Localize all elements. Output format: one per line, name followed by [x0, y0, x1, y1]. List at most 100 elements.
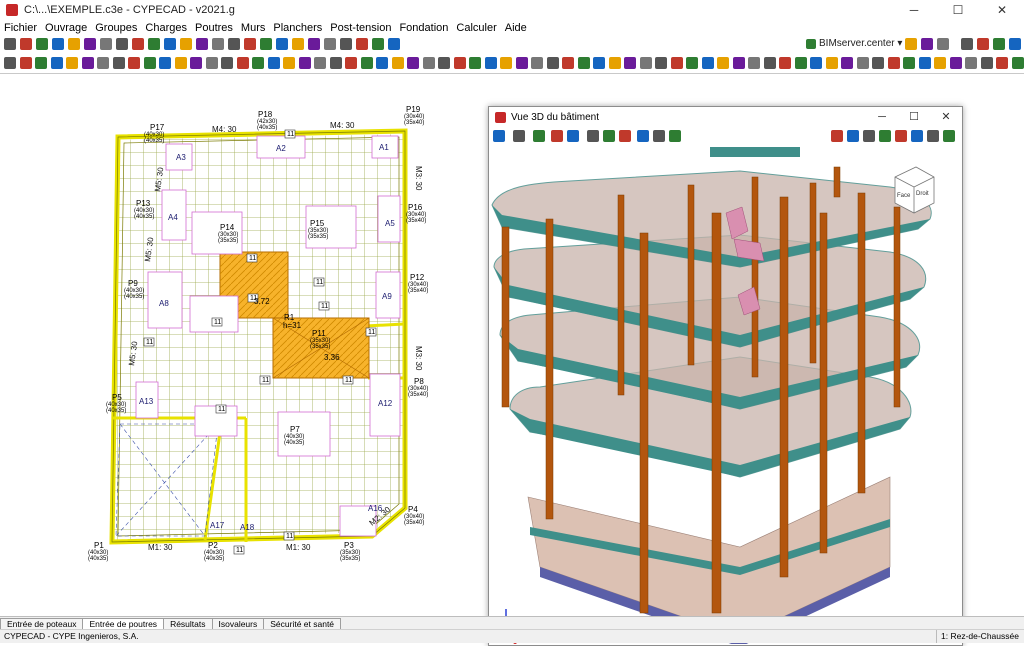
toolbar-tool-icon[interactable] [669, 130, 681, 142]
3d-view-titlebar[interactable]: Vue 3D du bâtiment ─ ☐ ✕ [489, 107, 962, 127]
toolbar-tool-icon[interactable] [144, 57, 156, 69]
toolbar-tool-icon[interactable] [965, 57, 977, 69]
menu-charges[interactable]: Charges [141, 22, 191, 34]
floor-plan[interactable]: 11 11 11 11 11 11 11 11 11 11 11 11 11 A… [0, 74, 480, 616]
toolbar-tool-icon[interactable] [190, 57, 202, 69]
toolbar-tool-icon[interactable] [826, 57, 838, 69]
3d-close-button[interactable]: ✕ [930, 107, 962, 127]
toolbar-tool-icon[interactable] [717, 57, 729, 69]
toolbar-tool-icon[interactable] [587, 130, 599, 142]
toolbar-tool-icon[interactable] [500, 57, 512, 69]
toolbar-tool-icon[interactable] [361, 57, 373, 69]
toolbar-tool-icon[interactable] [905, 38, 917, 50]
toolbar-tool-icon[interactable] [308, 38, 320, 50]
toolbar-tool-icon[interactable] [132, 38, 144, 50]
toolbar-tool-icon[interactable] [228, 38, 240, 50]
toolbar-tool-icon[interactable] [356, 38, 368, 50]
toolbar-tool-icon[interactable] [485, 57, 497, 69]
toolbar-tool-icon[interactable] [1012, 57, 1024, 69]
toolbar-tool-icon[interactable] [268, 57, 280, 69]
toolbar-tool-icon[interactable] [686, 57, 698, 69]
toolbar-tool-icon[interactable] [469, 57, 481, 69]
toolbar-tool-icon[interactable] [276, 38, 288, 50]
menu-murs[interactable]: Murs [237, 22, 269, 34]
menu-post-tension[interactable]: Post-tension [326, 22, 395, 34]
minimize-button[interactable]: ─ [892, 0, 936, 20]
maximize-button[interactable]: ☐ [936, 0, 980, 20]
toolbar-tool-icon[interactable] [977, 38, 989, 50]
toolbar-tool-icon[interactable] [128, 57, 140, 69]
toolbar-tool-icon[interactable] [934, 57, 946, 69]
toolbar-tool-icon[interactable] [51, 57, 63, 69]
menu-aide[interactable]: Aide [501, 22, 531, 34]
toolbar-tool-icon[interactable] [895, 130, 907, 142]
toolbar-tool-icon[interactable] [113, 57, 125, 69]
toolbar-tool-icon[interactable] [97, 57, 109, 69]
drawing-area[interactable]: 11 11 11 11 11 11 11 11 11 11 11 11 11 A… [0, 74, 1024, 646]
toolbar-tool-icon[interactable] [578, 57, 590, 69]
toolbar-tool-icon[interactable] [562, 57, 574, 69]
toolbar-tool-icon[interactable] [164, 38, 176, 50]
toolbar-tool-icon[interactable] [196, 38, 208, 50]
toolbar-tool-icon[interactable] [981, 57, 993, 69]
toolbar-tool-icon[interactable] [531, 57, 543, 69]
toolbar-tool-icon[interactable] [993, 38, 1005, 50]
menu-poutres[interactable]: Poutres [191, 22, 237, 34]
toolbar-tool-icon[interactable] [637, 130, 649, 142]
toolbar-tool-icon[interactable] [795, 57, 807, 69]
toolbar-tool-icon[interactable] [212, 38, 224, 50]
toolbar-tool-icon[interactable] [388, 38, 400, 50]
toolbar-tool-icon[interactable] [423, 57, 435, 69]
menu-fondation[interactable]: Fondation [395, 22, 452, 34]
toolbar-tool-icon[interactable] [116, 38, 128, 50]
toolbar-tool-icon[interactable] [299, 57, 311, 69]
toolbar-tool-icon[interactable] [206, 57, 218, 69]
toolbar-tool-icon[interactable] [340, 38, 352, 50]
toolbar-tool-icon[interactable] [996, 57, 1008, 69]
toolbar-tool-icon[interactable] [407, 57, 419, 69]
toolbar-tool-icon[interactable] [919, 57, 931, 69]
toolbar-tool-icon[interactable] [82, 57, 94, 69]
toolbar-tool-icon[interactable] [516, 57, 528, 69]
toolbar-tool-icon[interactable] [314, 57, 326, 69]
toolbar-tool-icon[interactable] [35, 57, 47, 69]
toolbar-tool-icon[interactable] [252, 57, 264, 69]
menu-groupes[interactable]: Groupes [91, 22, 141, 34]
toolbar-tool-icon[interactable] [260, 38, 272, 50]
bimserver-dropdown[interactable]: BIMserver.center ▾ [806, 38, 902, 49]
toolbar-tool-icon[interactable] [237, 57, 249, 69]
3d-building-render[interactable]: Face Droit [490, 147, 961, 644]
toolbar-tool-icon[interactable] [950, 57, 962, 69]
toolbar-tool-icon[interactable] [903, 57, 915, 69]
menu-planchers[interactable]: Planchers [269, 22, 326, 34]
toolbar-tool-icon[interactable] [84, 38, 96, 50]
toolbar-tool-icon[interactable] [609, 57, 621, 69]
toolbar-tool-icon[interactable] [779, 57, 791, 69]
toolbar-tool-icon[interactable] [513, 130, 525, 142]
toolbar-tool-icon[interactable] [175, 57, 187, 69]
3d-view-window[interactable]: Vue 3D du bâtiment ─ ☐ ✕ Face Droit [488, 106, 963, 646]
toolbar-tool-icon[interactable] [624, 57, 636, 69]
toolbar-tool-icon[interactable] [244, 38, 256, 50]
toolbar-tool-icon[interactable] [533, 130, 545, 142]
toolbar-tool-icon[interactable] [66, 57, 78, 69]
toolbar-tool-icon[interactable] [20, 38, 32, 50]
toolbar-tool-icon[interactable] [392, 57, 404, 69]
toolbar-tool-icon[interactable] [180, 38, 192, 50]
toolbar-tool-icon[interactable] [603, 130, 615, 142]
toolbar-tool-icon[interactable] [863, 130, 875, 142]
close-button[interactable]: ✕ [980, 0, 1024, 20]
toolbar-tool-icon[interactable] [841, 57, 853, 69]
menu-ouvrage[interactable]: Ouvrage [41, 22, 91, 34]
toolbar-tool-icon[interactable] [671, 57, 683, 69]
toolbar-tool-icon[interactable] [593, 57, 605, 69]
toolbar-tool-icon[interactable] [20, 57, 32, 69]
toolbar-tool-icon[interactable] [4, 38, 16, 50]
toolbar-tool-icon[interactable] [764, 57, 776, 69]
toolbar-tool-icon[interactable] [68, 38, 80, 50]
toolbar-tool-icon[interactable] [438, 57, 450, 69]
toolbar-tool-icon[interactable] [551, 130, 563, 142]
toolbar-tool-icon[interactable] [879, 130, 891, 142]
toolbar-tool-icon[interactable] [961, 38, 973, 50]
3d-maximize-button[interactable]: ☐ [898, 107, 930, 127]
